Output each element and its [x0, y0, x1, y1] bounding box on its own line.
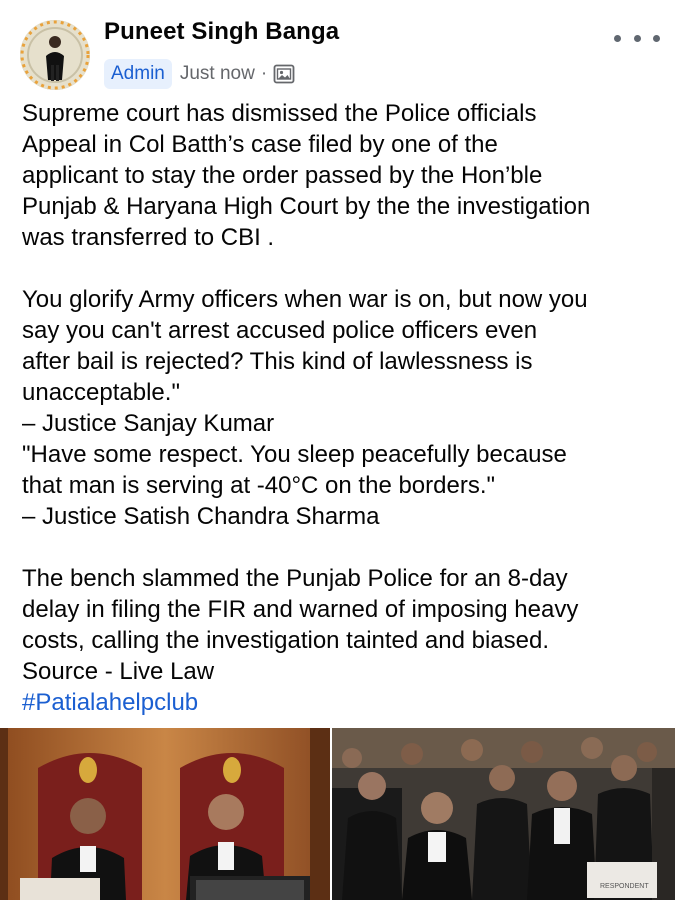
author-name[interactable]: Puneet Singh Banga	[104, 18, 339, 46]
more-options-icon[interactable]	[614, 26, 660, 50]
court-bench-photo[interactable]	[0, 728, 330, 900]
post-text: Supreme court has dismissed the Police o…	[22, 98, 662, 718]
role-badge: Admin	[104, 59, 172, 89]
post-meta: Admin Just now ·	[104, 58, 295, 90]
meta-separator: ·	[260, 63, 268, 84]
respondent-placard: RESPONDENT	[600, 883, 649, 890]
hashtag-link[interactable]: #Patialahelpclub	[22, 687, 662, 718]
photo-grid: RESPONDENT	[0, 728, 675, 900]
paragraph-2: You glorify Army officers when war is on…	[22, 286, 588, 530]
post-timestamp[interactable]: Just now	[180, 63, 255, 85]
paragraph-1: Supreme court has dismissed the Police o…	[22, 100, 591, 251]
photo-album-icon	[273, 64, 295, 84]
lawyers-photo[interactable]: RESPONDENT	[332, 728, 675, 900]
post-header: Puneet Singh Banga Admin Just now ·	[0, 0, 675, 95]
author-avatar[interactable]	[20, 20, 90, 90]
paragraph-3: The bench slammed the Punjab Police for …	[22, 565, 579, 685]
